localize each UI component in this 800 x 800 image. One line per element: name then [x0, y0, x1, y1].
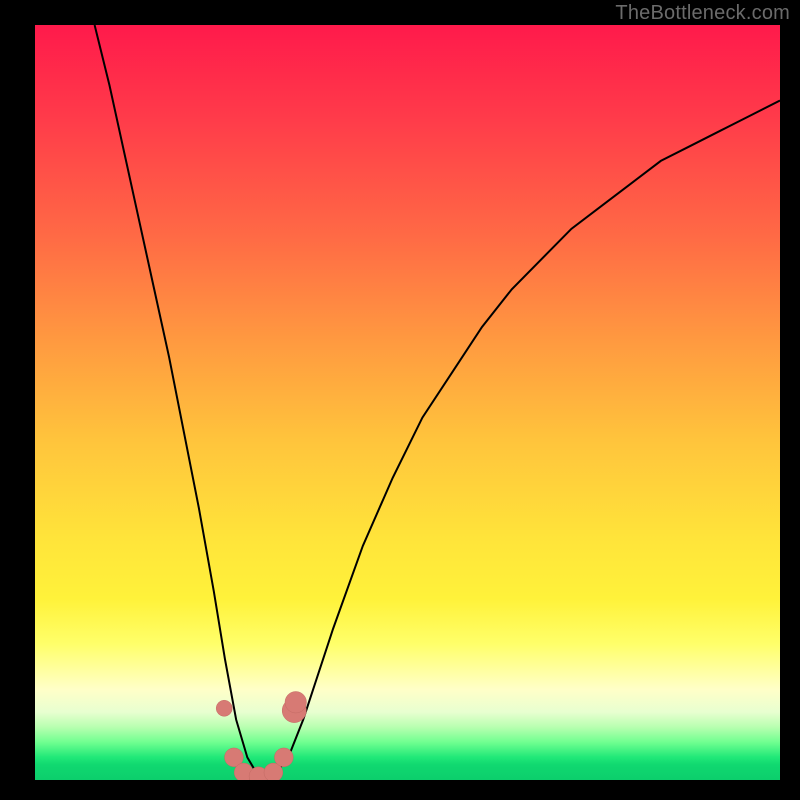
curve-marker [274, 748, 293, 767]
chart-svg [35, 25, 780, 780]
chart-frame: TheBottleneck.com [0, 0, 800, 800]
chart-plot-area [35, 25, 780, 780]
curve-marker [285, 692, 306, 713]
curve-markers [216, 692, 306, 780]
watermark-text: TheBottleneck.com [615, 2, 790, 25]
bottleneck-curve [95, 25, 780, 776]
curve-marker [216, 700, 232, 716]
